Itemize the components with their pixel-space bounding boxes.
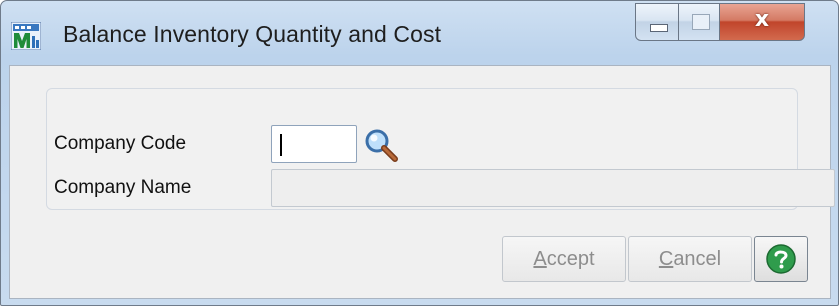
minimize-button[interactable]: [635, 3, 679, 41]
company-code-label: Company Code: [54, 133, 187, 154]
close-icon: x: [754, 7, 770, 32]
accept-label: ccept: [546, 248, 595, 270]
minimize-icon: [650, 24, 668, 32]
app-icon: [11, 22, 41, 50]
cancel-hotkey: C: [658, 248, 674, 270]
text-caret: [280, 134, 282, 156]
help-question-icon: [766, 244, 796, 274]
maximize-icon: [692, 14, 710, 30]
help-button[interactable]: [754, 236, 808, 282]
title-bar[interactable]: Balance Inventory Quantity and Cost x: [1, 1, 838, 65]
company-group-box: Company Code Company Name: [46, 88, 835, 210]
maximize-button[interactable]: [678, 3, 720, 41]
dialog-window: Balance Inventory Quantity and Cost x Co…: [0, 0, 839, 306]
company-code-input[interactable]: [271, 125, 357, 163]
dialog-client-area: Company Code Company Name Accept Cancel: [9, 65, 835, 299]
accept-hotkey: A: [533, 248, 547, 270]
company-name-label: Company Name: [54, 177, 192, 198]
close-button[interactable]: x: [719, 3, 805, 41]
accept-button[interactable]: Accept: [502, 236, 626, 282]
magnifier-icon[interactable]: [363, 127, 399, 163]
cancel-button[interactable]: Cancel: [628, 236, 752, 282]
company-name-field: [271, 169, 835, 207]
cancel-label: ancel: [673, 248, 722, 270]
window-title: Balance Inventory Quantity and Cost: [63, 21, 442, 47]
